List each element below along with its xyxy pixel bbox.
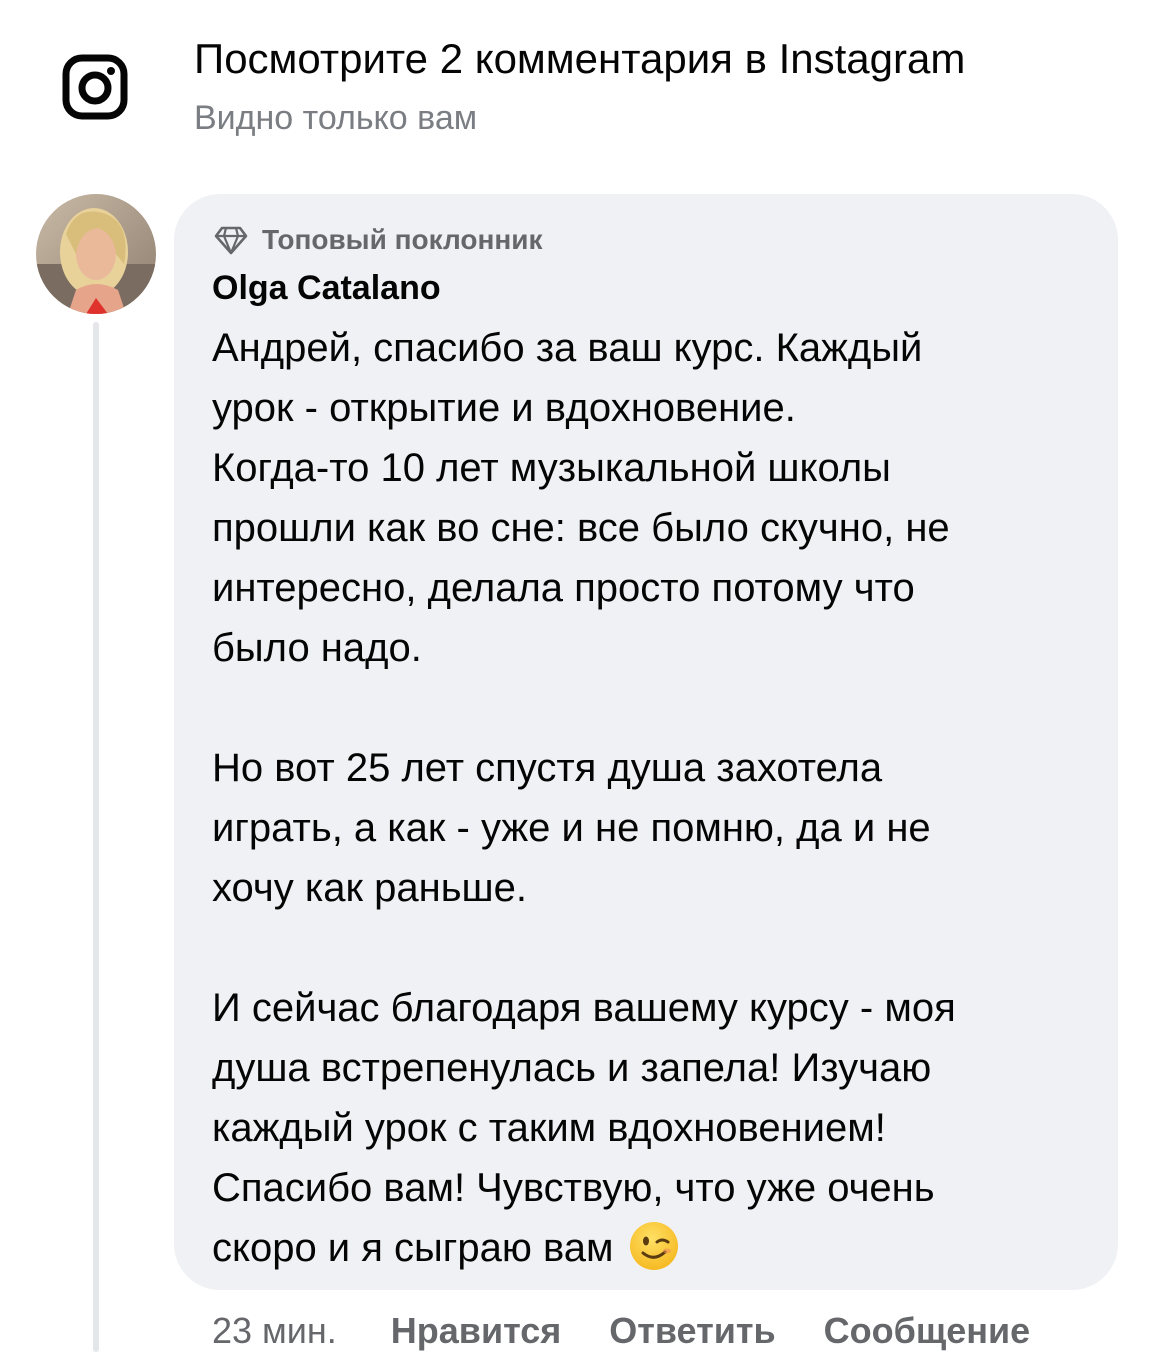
instagram-comments-banner[interactable]: Посмотрите 2 комментария в Instagram Вид… [0,0,1170,170]
comment-line: урок - открытие и вдохновение. [212,386,796,430]
comment-line: душа встрепенулась и запела! Изучаю [212,1046,932,1090]
avatar-image [36,194,156,314]
instagram-icon [62,54,128,120]
badge-label: Топовый поклонник [262,224,543,255]
comment-line: Когда-то 10 лет музыкальной школы [212,446,891,490]
comment-line: Спасибо вам! Чувствую, что уже очень [212,1166,935,1210]
comment-text: Андрей, спасибо за ваш курс. Каждый урок… [212,318,1102,1278]
winking-face-emoji [629,1222,678,1271]
message-button[interactable]: Сообщение [824,1306,1031,1356]
diamond-icon [214,226,248,255]
banner-subtitle: Видно только вам [194,99,478,137]
comment-last-line: скоро и я сыграю вам [212,1218,1102,1278]
comment-line: интересно, делала просто потому что [212,566,915,610]
comment-bubble: Топовый поклонник Olga Catalano Андрей, … [174,194,1118,1290]
top-fan-badge: Топовый поклонник [214,220,543,260]
comment-actions: 23 мин. Нравится Ответить Сообщение [212,1306,1078,1356]
comment-line: Но вот 25 лет спустя душа захотела [212,746,883,790]
comment-line: каждый урок с таким вдохновением! [212,1106,886,1150]
comment-line: скоро и я сыграю вам [212,1226,614,1270]
comment-line: играть, а как - уже и не помню, да и не [212,806,931,850]
comment-line: прошли как во сне: все было скучно, не [212,506,950,550]
comment-line: Андрей, спасибо за ваш курс. Каждый [212,326,923,370]
banner-title[interactable]: Посмотрите 2 комментария в Instagram [194,32,965,86]
thread-line [93,322,99,1352]
comment-time: 23 мин. [212,1310,337,1351]
comment-line: хочу как раньше. [212,866,527,910]
comment-line: было надо. [212,626,422,670]
comment-line: И сейчас благодаря вашему курсу - моя [212,986,956,1030]
reply-button[interactable]: Ответить [609,1306,775,1356]
avatar[interactable] [36,194,156,314]
comment-author[interactable]: Olga Catalano [212,266,441,310]
like-button[interactable]: Нравится [391,1306,561,1356]
